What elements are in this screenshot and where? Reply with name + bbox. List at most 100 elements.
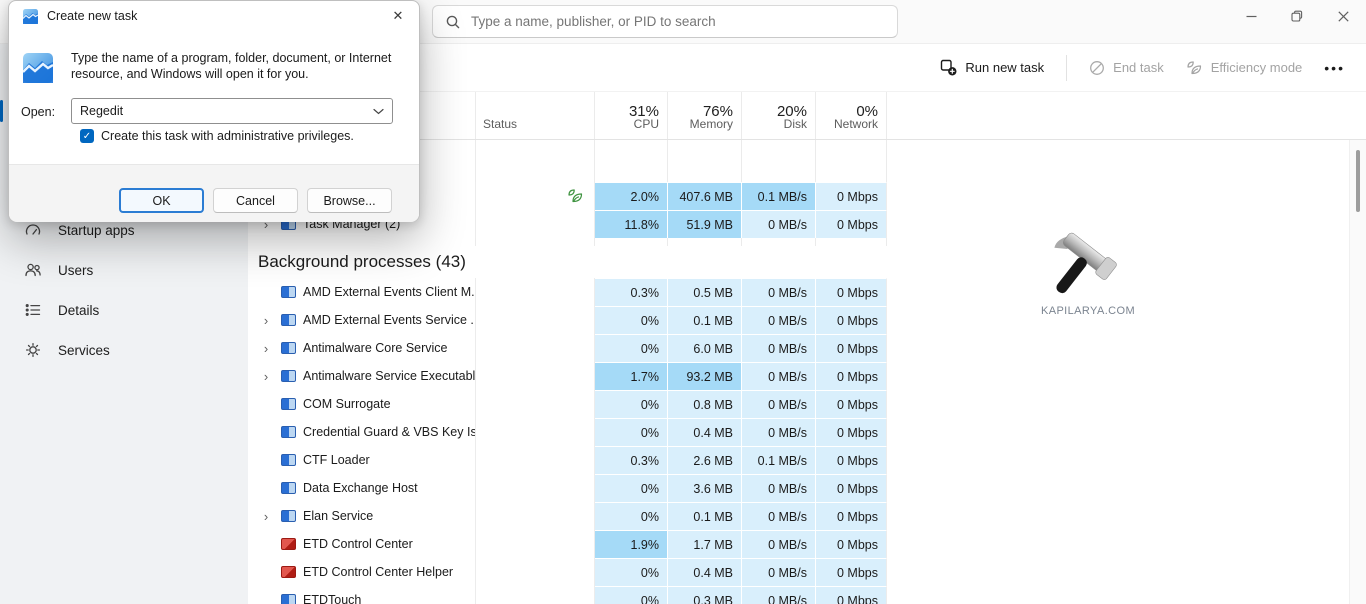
sidebar-item-services[interactable]: Services <box>12 330 236 370</box>
memory-cell: 51.9 MB <box>668 210 742 238</box>
row-filler <box>887 182 1366 210</box>
table-row[interactable]: Data Exchange Host 0% 3.6 MB 0 MB/s 0 Mb… <box>248 474 1366 502</box>
row-filler <box>887 530 1366 558</box>
table-row[interactable]: ETDTouch 0% 0.3 MB 0 MB/s 0 Mbps <box>248 586 1366 604</box>
watermark-text: KAPILARYA.COM <box>1032 305 1144 317</box>
network-cell: 0 Mbps <box>816 418 887 446</box>
status-cell <box>476 210 595 238</box>
open-combobox[interactable]: Regedit <box>71 98 393 124</box>
status-cell <box>476 362 595 390</box>
search-input[interactable] <box>471 14 887 29</box>
cancel-button[interactable]: Cancel <box>213 188 298 213</box>
status-cell <box>476 278 595 306</box>
memory-cell: 0.4 MB <box>668 418 742 446</box>
speedometer-icon <box>24 221 42 239</box>
process-icon <box>281 482 296 494</box>
column-header-filler <box>887 92 1366 139</box>
process-name: Credential Guard & VBS Key Is... <box>303 425 475 439</box>
process-icon <box>281 566 296 578</box>
disk-cell: 0 MB/s <box>742 210 816 238</box>
close-button[interactable] <box>1320 0 1366 32</box>
sidebar-item-users[interactable]: Users <box>12 250 236 290</box>
search-icon <box>445 14 461 30</box>
network-cell: 0 Mbps <box>816 474 887 502</box>
expand-chevron-icon[interactable]: › <box>258 509 274 524</box>
column-header-cpu[interactable]: 31% CPU <box>595 92 668 139</box>
cpu-cell: 0% <box>595 558 668 586</box>
scrollbar-thumb[interactable] <box>1356 150 1360 212</box>
process-name: Data Exchange Host <box>303 481 418 495</box>
table-row[interactable]: › Antimalware Service Executable 1.7% 93… <box>248 362 1366 390</box>
browse-button[interactable]: Browse... <box>307 188 392 213</box>
status-cell <box>476 418 595 446</box>
network-cell: 0 Mbps <box>816 502 887 530</box>
sidebar-item-details[interactable]: Details <box>12 290 236 330</box>
network-cell: 0 Mbps <box>816 586 887 604</box>
more-options-button[interactable]: ••• <box>1324 60 1345 76</box>
process-name: Antimalware Core Service <box>303 341 448 355</box>
network-cell: 0 Mbps <box>816 306 887 334</box>
status-cell <box>476 306 595 334</box>
process-name: ETD Control Center <box>303 537 413 551</box>
column-header-network[interactable]: 0% Network <box>816 92 887 139</box>
dialog-titlebar: Create new task ✕ <box>9 1 419 31</box>
row-filler <box>887 474 1366 502</box>
row-filler <box>887 502 1366 530</box>
table-row[interactable]: COM Surrogate 0% 0.8 MB 0 MB/s 0 Mbps <box>248 390 1366 418</box>
table-row[interactable]: ETD Control Center 1.9% 1.7 MB 0 MB/s 0 … <box>248 530 1366 558</box>
table-row[interactable]: CTF Loader 0.3% 2.6 MB 0.1 MB/s 0 Mbps <box>248 446 1366 474</box>
dialog-close-icon[interactable]: ✕ <box>383 4 413 28</box>
memory-cell: 0.1 MB <box>668 502 742 530</box>
cpu-cell: 0% <box>595 586 668 604</box>
cpu-cell: 0% <box>595 474 668 502</box>
cpu-cell: 0.3% <box>595 446 668 474</box>
maximize-restore-button[interactable] <box>1274 0 1320 32</box>
process-name: AMD External Events Service ... <box>303 313 475 327</box>
column-header-status[interactable]: Status <box>476 92 595 139</box>
memory-cell: 0.4 MB <box>668 558 742 586</box>
window-controls <box>1228 0 1366 32</box>
section-gap <box>248 238 1366 246</box>
efficiency-mode-button[interactable]: Efficiency mode <box>1186 60 1303 76</box>
admin-privileges-checkbox[interactable]: ✓ <box>80 129 94 143</box>
process-name: ETDTouch <box>303 593 361 604</box>
end-task-button[interactable]: End task <box>1089 60 1164 76</box>
disk-cell: 0 MB/s <box>742 474 816 502</box>
background-processes-section-header[interactable]: Background processes (43) <box>248 246 1366 278</box>
network-cell: 0 Mbps <box>816 558 887 586</box>
disk-cell: 0 MB/s <box>742 586 816 604</box>
process-name: Antimalware Service Executable <box>303 369 475 383</box>
memory-cell: 0.5 MB <box>668 278 742 306</box>
expand-chevron-icon[interactable]: › <box>258 313 274 328</box>
open-value: Regedit <box>80 104 123 118</box>
run-new-task-button[interactable]: Run new task <box>940 59 1044 76</box>
process-name: CTF Loader <box>303 453 370 467</box>
users-icon <box>24 261 42 279</box>
table-row[interactable]: › Antimalware Core Service 0% 6.0 MB 0 M… <box>248 334 1366 362</box>
minimize-button[interactable] <box>1228 0 1274 32</box>
vertical-scrollbar[interactable] <box>1349 140 1366 604</box>
dialog-footer: OK Cancel Browse... <box>9 164 419 222</box>
expand-chevron-icon[interactable]: › <box>258 369 274 384</box>
table-row[interactable]: ETD Control Center Helper 0% 0.4 MB 0 MB… <box>248 558 1366 586</box>
task-manager-icon-large <box>23 53 53 83</box>
expand-chevron-icon[interactable]: › <box>258 341 274 356</box>
table-row[interactable]: › Elan Service 0% 0.1 MB 0 MB/s 0 Mbps <box>248 502 1366 530</box>
table-row[interactable]: AMD External Events Client M... 0.3% 0.5… <box>248 278 1366 306</box>
cpu-cell: 0% <box>595 502 668 530</box>
column-header-disk[interactable]: 20% Disk <box>742 92 816 139</box>
disk-cell: 0 MB/s <box>742 502 816 530</box>
admin-privileges-label: Create this task with administrative pri… <box>101 129 354 143</box>
table-row[interactable]: › AMD External Events Service ... 0% 0.1… <box>248 306 1366 334</box>
table-row[interactable]: Credential Guard & VBS Key Is... 0% 0.4 … <box>248 418 1366 446</box>
process-icon <box>281 538 296 550</box>
process-icon <box>281 426 296 438</box>
status-cell <box>476 446 595 474</box>
search-box[interactable] <box>432 5 898 38</box>
gear-icon <box>24 341 42 359</box>
toolbar-separator <box>1066 55 1067 81</box>
chevron-down-icon <box>373 108 384 115</box>
ok-button[interactable]: OK <box>119 188 204 213</box>
column-header-memory[interactable]: 76% Memory <box>668 92 742 139</box>
status-cell <box>476 474 595 502</box>
